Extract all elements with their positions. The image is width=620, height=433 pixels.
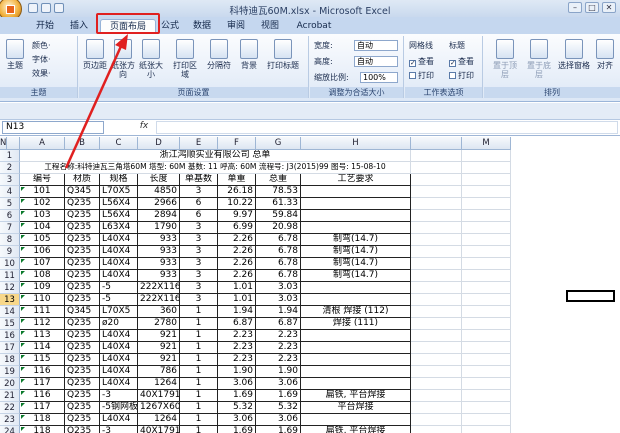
arrow-shaft <box>64 43 124 169</box>
arrow-head <box>115 34 128 50</box>
annotation-arrow <box>64 34 128 169</box>
excel-window: 科特迪瓦60M.xlsx - Microsoft Excel – □ ✕ 开始 … <box>0 0 620 433</box>
